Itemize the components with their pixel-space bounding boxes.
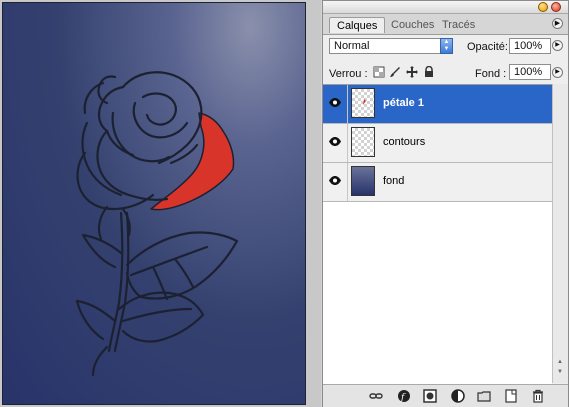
layer-row[interactable]: contours <box>323 124 552 163</box>
fill-input[interactable]: 100% <box>509 64 551 80</box>
visibility-toggle[interactable] <box>323 124 348 162</box>
eye-icon <box>329 98 341 107</box>
palette-bottom-toolbar: f <box>323 384 568 407</box>
mask-icon[interactable] <box>423 389 437 403</box>
eye-icon <box>329 176 341 185</box>
adjustment-layer-icon[interactable] <box>451 389 465 403</box>
lock-all-icon[interactable] <box>423 66 435 78</box>
document-canvas[interactable] <box>2 2 306 405</box>
visibility-toggle[interactable] <box>323 85 348 123</box>
scroll-up-icon[interactable]: ▲ <box>555 359 565 367</box>
new-layer-icon[interactable] <box>504 389 518 403</box>
leaf-lower <box>117 291 205 343</box>
layer-name[interactable]: fond <box>383 175 404 187</box>
lock-transparency-icon[interactable] <box>373 66 385 78</box>
layer-list: pétale 1 contours fond <box>323 84 552 384</box>
opacity-label: Opacité: <box>467 41 508 53</box>
lock-brush-icon[interactable] <box>389 66 401 78</box>
palette-titlebar[interactable] <box>323 1 568 14</box>
leaf-right <box>125 231 239 300</box>
opacity-input[interactable]: 100% <box>509 38 551 54</box>
trash-icon[interactable] <box>531 389 545 403</box>
layer-thumbnail <box>351 88 375 118</box>
tab-traces[interactable]: Tracés <box>435 17 483 33</box>
layer-style-icon[interactable]: f <box>397 389 411 403</box>
leaf-left <box>81 233 123 269</box>
layer-name[interactable]: contours <box>383 136 425 148</box>
fill-slider-arrow-icon[interactable]: ▶ <box>552 67 563 78</box>
group-folder-icon[interactable] <box>477 389 491 403</box>
updown-arrows-icon: ▲ ▼ <box>440 38 453 54</box>
lock-label: Verrou : <box>329 68 368 80</box>
rose-artwork <box>75 71 239 377</box>
layer-name[interactable]: pétale 1 <box>383 97 424 109</box>
document-window <box>0 0 321 407</box>
blend-mode-select[interactable]: Normal ▲ ▼ <box>329 38 453 54</box>
layers-palette: Couches Tracés Calques ▶ Normal ▲ ▼ Opaci… <box>322 0 569 407</box>
layer-row[interactable]: pétale 1 <box>323 85 552 124</box>
fill-label: Fond : <box>475 68 507 80</box>
opacity-slider-arrow-icon[interactable]: ▶ <box>552 40 563 51</box>
tab-couches[interactable]: Couches <box>384 17 439 33</box>
lock-move-icon[interactable] <box>406 66 418 78</box>
close-button[interactable] <box>551 2 561 12</box>
layer-thumbnail <box>351 127 375 157</box>
layer-list-scrollbar[interactable]: ▲ ▼ <box>552 84 568 383</box>
palette-tabs: Couches Tracés Calques ▶ <box>323 14 568 35</box>
blend-mode-value: Normal <box>334 40 370 52</box>
layer-thumbnail <box>351 166 375 196</box>
palette-menu-icon[interactable]: ▶ <box>552 18 563 29</box>
minimize-button[interactable] <box>538 2 548 12</box>
link-icon[interactable] <box>369 389 383 403</box>
eye-icon <box>329 137 341 146</box>
layer-row[interactable]: fond <box>323 163 552 202</box>
rose-stem <box>107 211 124 353</box>
scroll-down-icon[interactable]: ▼ <box>555 369 565 377</box>
tab-calques[interactable]: Calques <box>329 17 385 33</box>
visibility-toggle[interactable] <box>323 163 348 201</box>
